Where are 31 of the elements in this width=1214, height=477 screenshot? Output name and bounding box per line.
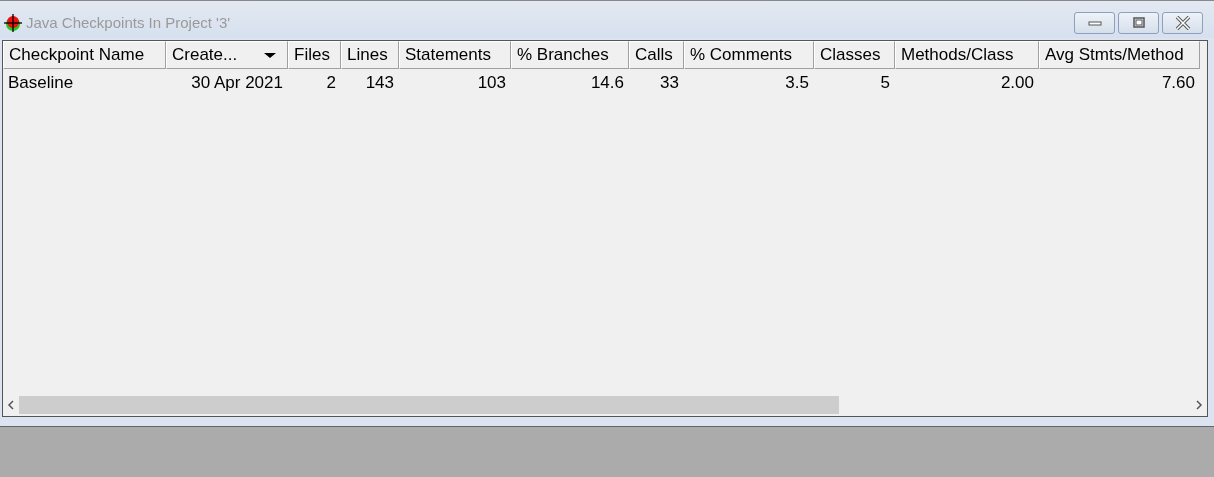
table-cell: 5 <box>880 73 890 92</box>
table-cell: 33 <box>660 73 679 92</box>
window-title: Java Checkpoints In Project '3' <box>26 14 231 31</box>
table-cell: 2.00 <box>1000 73 1034 92</box>
table-cell: 3.5 <box>785 73 809 92</box>
table-cell: 14.6 <box>590 73 624 92</box>
minimize-button[interactable] <box>1074 11 1115 34</box>
table-cell: 143 <box>365 73 394 92</box>
close-icon <box>1174 15 1191 30</box>
column-header[interactable]: % Comments <box>684 41 814 69</box>
sort-icon <box>263 52 277 60</box>
column-header[interactable]: Methods/Class <box>895 41 1039 69</box>
maximize-button[interactable] <box>1118 11 1159 34</box>
close-button[interactable] <box>1162 11 1203 34</box>
column-header[interactable]: Lines <box>341 41 399 69</box>
table-cell: 103 <box>477 73 506 92</box>
table-cell: 7.60 <box>1161 73 1195 92</box>
scrollbar-thumb[interactable] <box>19 396 840 414</box>
column-header[interactable]: Calls <box>629 41 684 69</box>
column-header[interactable]: Create... <box>166 41 288 69</box>
column-header[interactable]: Files <box>288 41 341 69</box>
table-cell: 30 Apr 2021 <box>191 73 283 92</box>
column-header[interactable]: % Branches <box>511 41 629 69</box>
table-cell: Baseline <box>8 73 74 92</box>
app-icon <box>3 12 23 33</box>
column-header[interactable]: Statements <box>399 41 511 69</box>
column-header[interactable]: Checkpoint Name <box>3 41 166 69</box>
table-cell: 2 <box>326 73 336 92</box>
column-header[interactable]: Avg Stmts/Method <box>1039 41 1200 69</box>
maximize-icon <box>1131 16 1146 29</box>
column-header[interactable]: Classes <box>814 41 895 69</box>
